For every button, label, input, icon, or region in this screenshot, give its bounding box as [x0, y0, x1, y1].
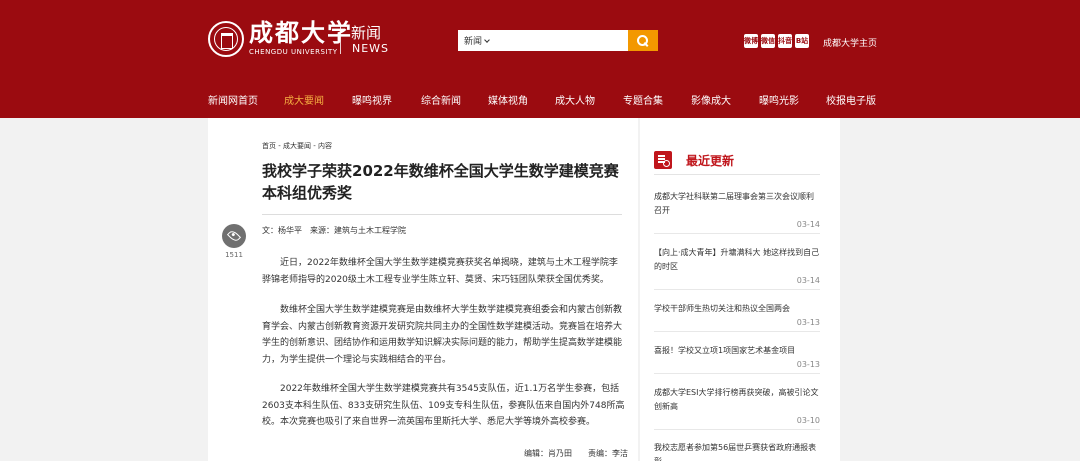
author-name: 杨华平: [278, 226, 302, 235]
article-meta: 文：杨华平 来源：建筑与土木工程学院: [262, 226, 406, 235]
view-count-button[interactable]: [222, 224, 246, 248]
nav-item-people[interactable]: 成大人物: [555, 92, 595, 107]
news-item-date: 03-14: [796, 276, 820, 285]
article-title: 我校学子荣获2022年数维杯全国大学生数学建模竞赛本科组优秀奖: [262, 162, 619, 202]
news-item-date: 03-10: [796, 416, 820, 425]
wechat-icon[interactable]: 微信: [761, 34, 775, 48]
news-item-title[interactable]: 【向上·成大青年】升墉满科大 她这样找到自己的时区: [654, 246, 820, 274]
university-home-link[interactable]: 成都大学主页: [823, 36, 877, 49]
news-item-title[interactable]: 学校干部师生热切关注和热议全国两会: [654, 302, 820, 316]
editor-credits: 编辑：肖乃田 责编：李洁: [524, 449, 628, 458]
logo-university-english: CHENGDU UNIVERSITY: [249, 48, 338, 56]
university-seal-icon[interactable]: [208, 21, 244, 57]
list-item[interactable]: 【向上·成大青年】升墉满科大 她这样找到自己的时区 03-14: [654, 246, 820, 290]
logo-divider: [340, 26, 341, 54]
eye-icon: [226, 228, 242, 244]
view-count: 1511: [225, 251, 243, 259]
article-paragraph: 2022年数维杯全国大学生数学建模竞赛共有3545支队伍，近1.1万名学生参赛，…: [262, 384, 625, 427]
sidebar-divider: [654, 174, 820, 175]
site-header: 成都大学 CHENGDU UNIVERSITY 新闻 NEWS 新闻 微博 微信…: [0, 0, 1080, 118]
search-bar: 新闻: [458, 30, 658, 51]
editor-name: 肖乃田: [548, 449, 572, 458]
bilibili-icon[interactable]: B站: [795, 34, 809, 48]
main-nav: 新闻网首页 成大要闻 曝鸣视界 综合新闻 媒体视角 成大人物 专题合集 影像成大…: [0, 80, 1080, 118]
nav-item-video[interactable]: 曝鸣视界: [352, 92, 392, 107]
search-icon: [637, 34, 649, 47]
breadcrumb[interactable]: 首页 - 成大要闻 - 内容: [262, 141, 332, 151]
list-item[interactable]: 学校干部师生热切关注和热议全国两会 03-13: [654, 302, 820, 332]
nav-item-epaper[interactable]: 校报电子版: [826, 92, 876, 107]
list-item[interactable]: 成都大学ESI大学排行榜再获突破，高被引论文创新高 03-10: [654, 386, 820, 430]
search-scope-select[interactable]: 新闻: [464, 34, 490, 47]
title-divider: [262, 214, 622, 215]
news-list-icon: [654, 151, 672, 169]
nav-item-media[interactable]: 媒体视角: [488, 92, 528, 107]
logo-news-cn: 新闻: [351, 24, 382, 42]
search-button[interactable]: [628, 30, 658, 51]
nav-item-general[interactable]: 综合新闻: [421, 92, 461, 107]
article-paragraph: 近日，2022年数维杯全国大学生数学建模竞赛获奖名单揭晓，建筑与土木工程学院李骅…: [262, 258, 618, 285]
nav-item-topics[interactable]: 专题合集: [623, 92, 663, 107]
news-item-title[interactable]: 喜报！学校又立项1项国家艺术基金项目: [654, 344, 820, 358]
news-item-date: 03-13: [796, 360, 820, 369]
nav-item-home[interactable]: 新闻网首页: [208, 92, 258, 107]
list-item[interactable]: 喜报！学校又立项1项国家艺术基金项目 03-13: [654, 344, 820, 374]
reviewer-name: 李洁: [612, 449, 628, 458]
news-item-title[interactable]: 成都大学ESI大学排行榜再获突破，高被引论文创新高: [654, 386, 820, 414]
news-item-date: 03-13: [796, 318, 820, 327]
news-item-title[interactable]: 我校志愿者参加第56届世乒赛获省政府通报表彰: [654, 441, 820, 461]
list-item[interactable]: 成都大学社科联第二届理事会第三次会议顺利召开 03-14: [654, 190, 820, 234]
logo-news-en: NEWS: [352, 42, 390, 55]
chevron-down-icon: [484, 37, 490, 43]
news-item-title[interactable]: 成都大学社科联第二届理事会第三次会议顺利召开: [654, 190, 820, 218]
list-item[interactable]: 我校志愿者参加第56届世乒赛获省政府通报表彰: [654, 441, 820, 461]
news-item-date: 03-14: [796, 220, 820, 229]
nav-item-headlines[interactable]: 成大要闻: [284, 92, 324, 107]
sidebar-title: 最近更新: [686, 154, 735, 168]
article-source: 建筑与土木工程学院: [334, 226, 406, 235]
nav-item-photos[interactable]: 曝鸣光影: [759, 92, 799, 107]
article-paragraph: 数维杯全国大学生数学建模竞赛是由数维杯大学生数学建模竞赛组委会和内蒙古创新教育学…: [262, 305, 623, 365]
logo-university-name[interactable]: 成都大学: [249, 20, 353, 46]
douyin-icon[interactable]: 抖音: [778, 34, 792, 48]
social-links: 微博 微信 抖音 B站: [744, 34, 809, 48]
nav-item-images[interactable]: 影像成大: [691, 92, 731, 107]
weibo-icon[interactable]: 微博: [744, 34, 758, 48]
